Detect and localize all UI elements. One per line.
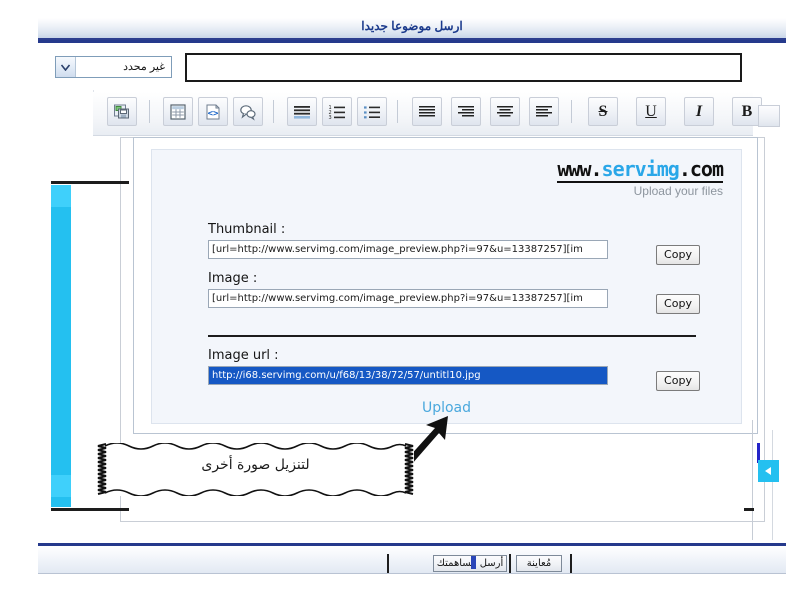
logo-www: www. [557, 157, 602, 181]
chevron-down-icon[interactable] [56, 57, 76, 77]
submit-post-button[interactable]: أرسل مساهمتك [433, 555, 507, 572]
bar-tick-middle [509, 554, 511, 573]
preview-button[interactable]: مُعاينة [516, 555, 562, 572]
toolbar-separator [273, 100, 274, 123]
servimg-tagline: Upload your files [633, 184, 723, 198]
align-center-icon[interactable] [490, 97, 520, 126]
editor-left-gutter [38, 90, 94, 136]
bar-tick-right [570, 554, 572, 573]
underline-button[interactable]: U [636, 97, 666, 126]
screenshot-root: ارسل موضوعا جديدا غير محدد <> 1 2 3 S U … [0, 0, 800, 600]
editor-toolbar: <> 1 2 3 S U I B [93, 92, 762, 136]
quote-icon[interactable] [233, 97, 263, 126]
topic-type-value: غير محدد [123, 61, 165, 73]
indent-icon[interactable] [287, 97, 317, 126]
align-left-icon[interactable] [529, 97, 559, 126]
rail-bottom-divider [51, 508, 129, 511]
toolbar-separator [397, 100, 398, 123]
thumbnail-field-group: Thumbnail : [url=http://www.servimg.com/… [208, 222, 608, 259]
servimg-logo: www.servimg.com Upload your files [557, 157, 724, 198]
right-dash-marker [744, 508, 754, 511]
svg-text:3: 3 [329, 115, 332, 120]
bottom-action-bar: أرسل مساهمتك مُعاينة [38, 546, 786, 574]
thumbnail-input[interactable]: [url=http://www.servimg.com/image_previe… [208, 240, 608, 259]
logo-name: servimg [601, 157, 680, 181]
copy-image-button[interactable]: Copy [656, 294, 700, 314]
triangle-left-icon[interactable] [758, 460, 779, 482]
align-right-icon[interactable] [451, 97, 481, 126]
header-underline [38, 40, 786, 43]
underline-label: U [645, 102, 657, 120]
right-collapse-widget [757, 443, 781, 489]
image-url-label: Image url : [208, 348, 279, 363]
code-icon[interactable]: <> [198, 97, 228, 126]
image-label: Image : [208, 271, 258, 286]
toolbar-separator [149, 100, 150, 123]
ordered-list-icon[interactable]: 1 2 3 [322, 97, 352, 126]
toolbar-overflow-button[interactable] [758, 105, 780, 127]
bar-blue-marker [471, 556, 476, 569]
logo-com: .com [678, 157, 724, 181]
page-header-bar: ارسل موضوعا جديدا [38, 18, 786, 40]
page-title: ارسل موضوعا جديدا [361, 19, 463, 33]
rail-segment-top [51, 185, 71, 207]
italic-label: I [695, 102, 703, 120]
servimg-upload-panel: www.servimg.com Upload your files Thumbn… [133, 137, 758, 434]
svg-text:<>: <> [208, 109, 219, 119]
unordered-list-icon[interactable] [357, 97, 387, 126]
topic-type-select[interactable]: غير محدد [55, 56, 172, 78]
save-icon[interactable] [107, 97, 137, 126]
bold-label: B [741, 102, 753, 120]
subject-input[interactable] [185, 53, 742, 82]
strikethrough-button[interactable]: S [588, 97, 618, 126]
annotation-note-text: لتنزيل صورة أخرى [201, 457, 310, 473]
image-input[interactable]: [url=http://www.servimg.com/image_previe… [208, 289, 608, 308]
servimg-logo-text: www.servimg.com [557, 157, 724, 183]
page-top-margin [0, 0, 800, 18]
subject-row: غير محدد [55, 53, 745, 83]
image-url-input[interactable]: http://i68.servimg.com/u/f68/13/38/72/57… [208, 366, 608, 385]
image-url-field-group: Image url : http://i68.servimg.com/u/f68… [208, 348, 608, 385]
strikethrough-label: S [598, 102, 608, 120]
servimg-panel-inner: www.servimg.com Upload your files Thumbn… [151, 149, 742, 424]
annotation-note-box: لتنزيل صورة أخرى [97, 443, 414, 496]
page-bottom-margin [0, 575, 800, 600]
table-icon[interactable] [163, 97, 193, 126]
align-justify-icon[interactable] [412, 97, 442, 126]
bar-tick-left [387, 554, 389, 573]
copy-image-url-button[interactable]: Copy [656, 371, 700, 391]
rail-segment-bottom [51, 475, 71, 497]
rail-top-divider [51, 181, 129, 184]
toolbar-separator [571, 100, 572, 123]
image-field-group: Image : [url=http://www.servimg.com/imag… [208, 271, 608, 308]
italic-button[interactable]: I [684, 97, 714, 126]
right-panel-edge [752, 420, 753, 540]
thumbnail-label: Thumbnail : [208, 222, 286, 237]
left-scroll-rail[interactable] [51, 185, 71, 507]
copy-thumbnail-button[interactable]: Copy [656, 245, 700, 265]
panel-divider [208, 335, 696, 337]
